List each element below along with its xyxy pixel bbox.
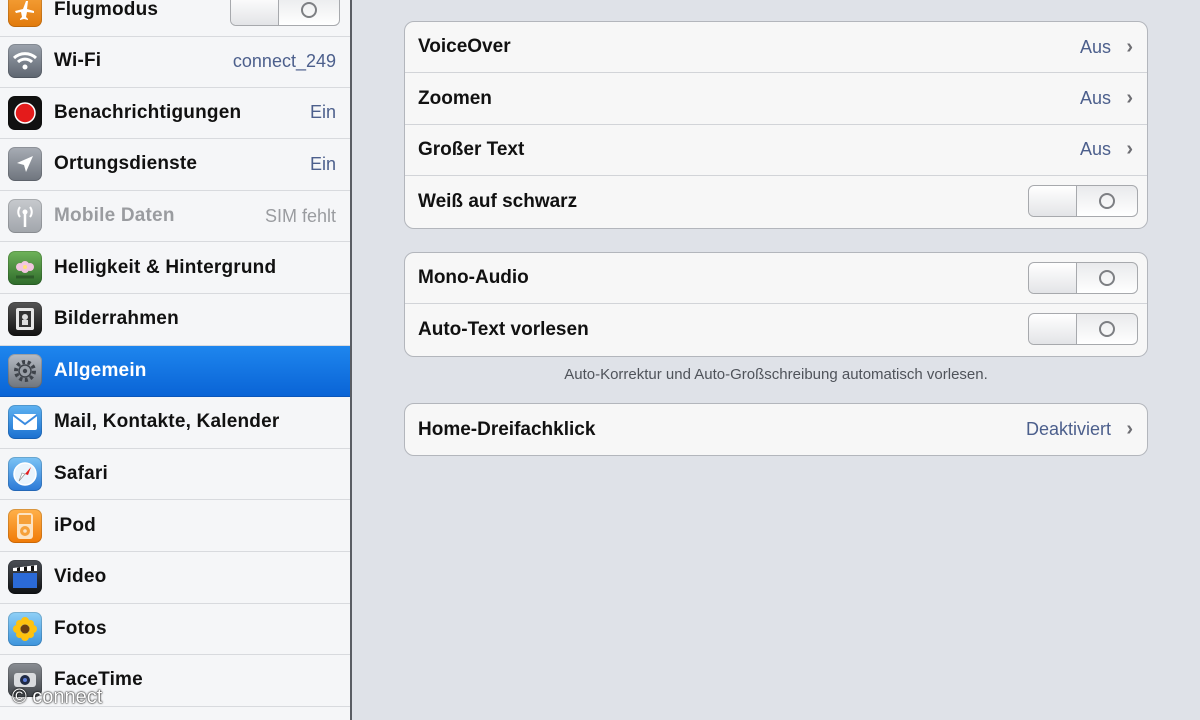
sunflower-icon — [8, 611, 42, 646]
sidebar-item-helligkeit[interactable]: Helligkeit & Hintergrund — [0, 242, 350, 294]
sidebar-item-label: Mobile Daten — [54, 205, 175, 227]
sidebar-item-bilderrahmen[interactable]: Bilderrahmen — [0, 294, 350, 346]
sidebar-item-ipod[interactable]: iPod — [0, 500, 350, 552]
sidebar-item-label: Helligkeit & Hintergrund — [54, 256, 277, 278]
row-value: Aus — [1079, 36, 1111, 57]
location-services-value: Ein — [309, 153, 336, 174]
sidebar-item-ortungsdienste[interactable]: Ortungsdienste Ein — [0, 139, 350, 191]
sidebar-item-label: Allgemein — [54, 359, 147, 381]
sidebar-item-label: Video — [54, 566, 107, 588]
sidebar-item-label: Benachrichtigungen — [54, 101, 242, 123]
chevron-right-icon: › — [1126, 418, 1133, 441]
watermark: © connect — [12, 686, 103, 708]
sidebar-item-video[interactable]: Video — [0, 552, 350, 604]
sidebar-item-label: Ortungsdienste — [54, 153, 198, 175]
group-footer-note: Auto-Korrektur und Auto-Großschreibung a… — [564, 366, 988, 383]
sidebar-item-mail[interactable]: Mail, Kontakte, Kalender — [0, 397, 350, 449]
voiceover-row[interactable]: VoiceOver Aus › — [405, 22, 1147, 74]
chevron-right-icon: › — [1126, 87, 1133, 110]
picture-frame-icon — [8, 302, 42, 337]
sidebar-item-label: iPod — [54, 514, 96, 536]
sidebar-item-flugmodus[interactable]: Flugmodus — [0, 0, 350, 37]
settings-sidebar: Flugmodus Wi-Fi connect_249 Benachrichti… — [0, 0, 352, 720]
wifi-icon — [8, 44, 42, 79]
row-value: Deaktiviert — [1025, 419, 1111, 440]
row-label: Mono-Audio — [418, 267, 529, 289]
row-value: Aus — [1079, 88, 1111, 109]
accessibility-group-vision: VoiceOver Aus › Zoomen Aus › Großer Text… — [404, 21, 1148, 229]
mono-audio-row: Mono-Audio — [405, 253, 1147, 305]
cellular-antenna-icon — [8, 199, 42, 234]
sidebar-item-mobile-daten: Mobile Daten SIM fehlt — [0, 191, 350, 243]
ipod-icon — [8, 508, 42, 543]
chevron-right-icon: › — [1126, 35, 1133, 58]
auto-text-vorlesen-toggle[interactable] — [1028, 313, 1138, 346]
gear-icon — [8, 353, 42, 388]
mobile-data-value: SIM fehlt — [264, 205, 336, 226]
accessibility-group-audio: Mono-Audio Auto-Text vorlesen — [404, 252, 1148, 357]
sidebar-item-safari[interactable]: Safari — [0, 449, 350, 501]
row-value: Aus — [1079, 139, 1111, 160]
notifications-value: Ein — [309, 102, 336, 123]
location-arrow-icon — [8, 147, 42, 182]
row-label: Home-Dreifachklick — [418, 418, 596, 440]
weiss-auf-schwarz-row: Weiß auf schwarz — [405, 176, 1147, 227]
clapperboard-icon — [8, 560, 42, 595]
row-label: Auto-Text vorlesen — [418, 319, 589, 341]
row-label: VoiceOver — [418, 36, 511, 58]
flower-wallpaper-icon — [8, 250, 42, 285]
sidebar-item-allgemein[interactable]: Allgemein — [0, 345, 350, 398]
weiss-auf-schwarz-toggle[interactable] — [1028, 185, 1138, 218]
home-dreifachklick-row[interactable]: Home-Dreifachklick Deaktiviert › — [405, 404, 1147, 455]
sidebar-item-fotos[interactable]: Fotos — [0, 604, 350, 656]
row-label: Weiß auf schwarz — [418, 190, 578, 212]
sidebar-item-label: Wi-Fi — [54, 50, 102, 72]
sidebar-item-label: Safari — [54, 463, 109, 485]
flugmodus-toggle[interactable] — [230, 0, 340, 26]
wifi-network-value: connect_249 — [232, 50, 336, 71]
safari-compass-icon — [8, 457, 42, 492]
sidebar-item-label: Fotos — [54, 617, 107, 639]
mail-envelope-icon — [8, 405, 42, 440]
sidebar-item-benachrichtigungen[interactable]: Benachrichtigungen Ein — [0, 88, 350, 140]
sidebar-item-label: Mail, Kontakte, Kalender — [54, 411, 280, 433]
mono-audio-toggle[interactable] — [1028, 262, 1138, 294]
row-label: Zoomen — [418, 87, 492, 109]
airplane-icon — [8, 0, 42, 28]
row-label: Großer Text — [418, 138, 525, 160]
sidebar-item-label: Bilderrahmen — [54, 308, 179, 330]
zoomen-row[interactable]: Zoomen Aus › — [405, 73, 1147, 125]
accessibility-group-home: Home-Dreifachklick Deaktiviert › — [404, 403, 1148, 457]
sidebar-item-label: Flugmodus — [54, 0, 159, 21]
grosser-text-row[interactable]: Großer Text Aus › — [405, 125, 1147, 177]
auto-text-vorlesen-row: Auto-Text vorlesen — [405, 304, 1147, 355]
chevron-right-icon: › — [1126, 138, 1133, 161]
notifications-icon — [8, 95, 42, 130]
sidebar-item-wifi[interactable]: Wi-Fi connect_249 — [0, 36, 350, 88]
